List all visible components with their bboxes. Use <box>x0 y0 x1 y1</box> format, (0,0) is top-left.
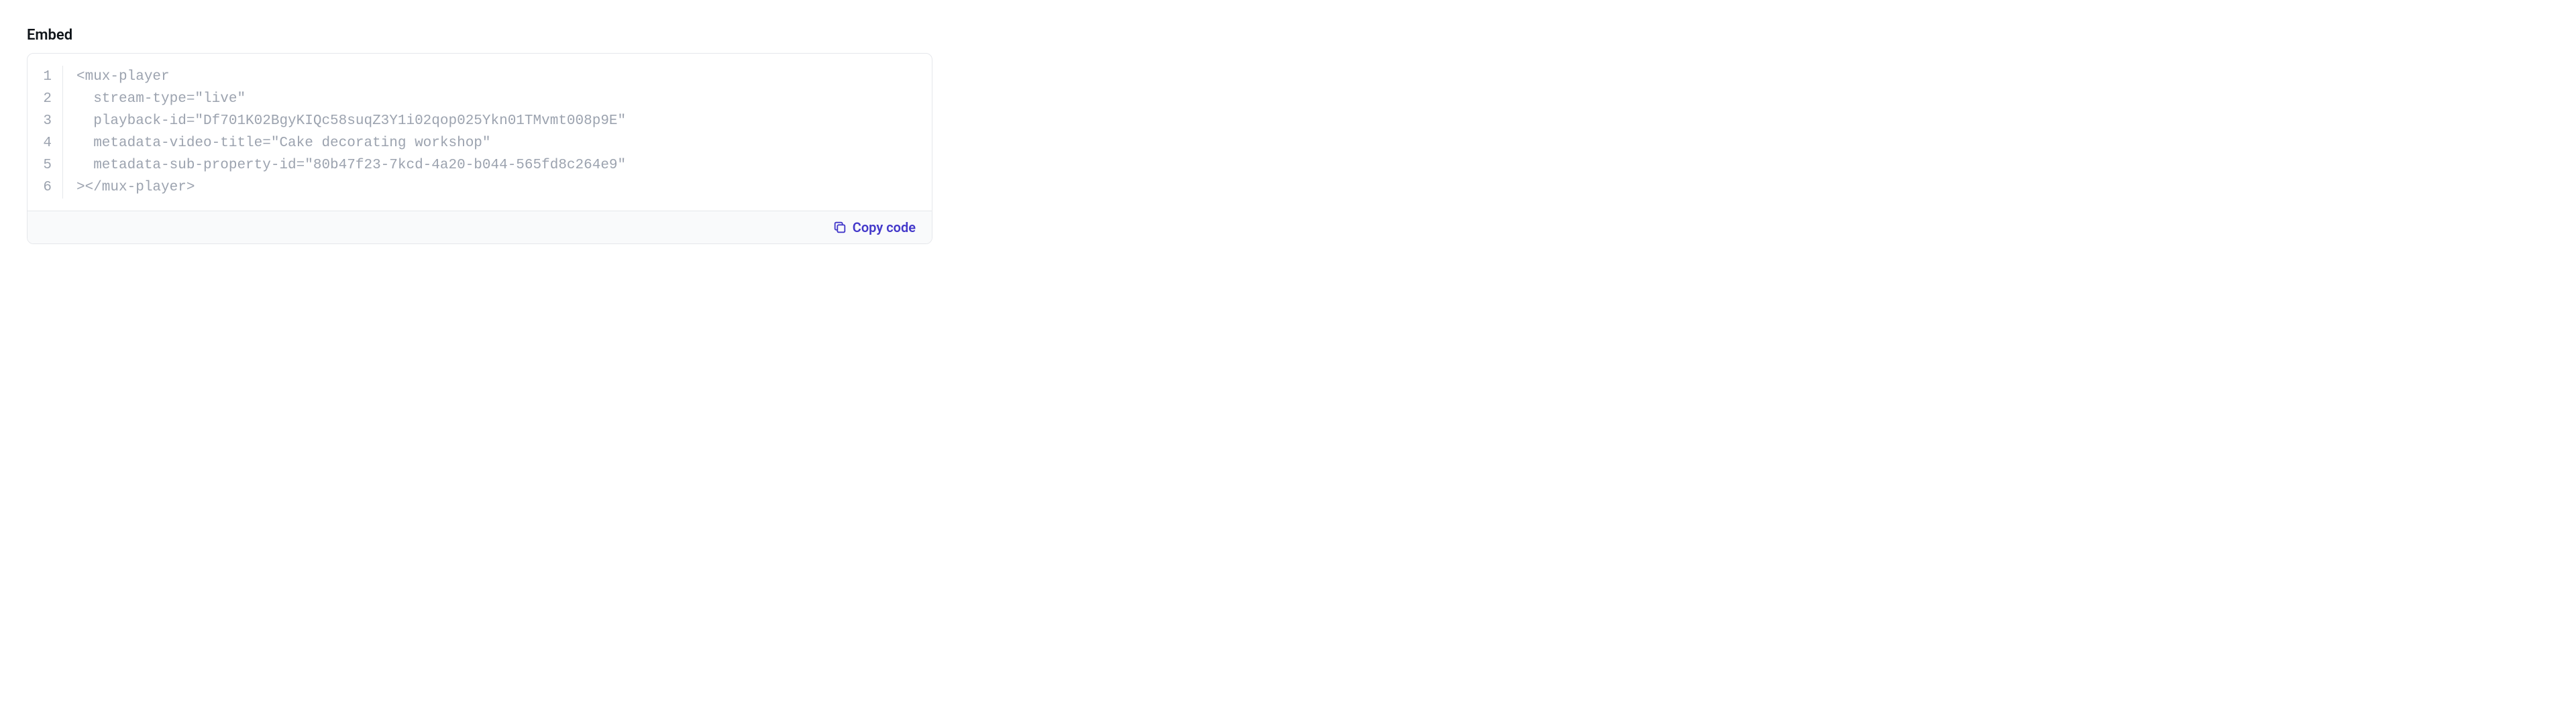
code-line: stream-type="live" <box>76 88 932 110</box>
line-number: 4 <box>38 132 52 154</box>
code-line: ></mux-player> <box>76 176 932 199</box>
code-area: 1 2 3 4 5 6 <mux-player stream-type="liv… <box>28 54 932 211</box>
code-line: playback-id="Df701K02BgyKIQc58suqZ3Y1i02… <box>76 110 932 132</box>
line-number: 2 <box>38 88 52 110</box>
code-line: <mux-player <box>76 66 932 88</box>
copy-code-button[interactable]: Copy code <box>833 219 916 235</box>
section-title: Embed <box>27 27 932 44</box>
code-line: metadata-sub-property-id="80b47f23-7kcd-… <box>76 154 932 176</box>
code-line: metadata-video-title="Cake decorating wo… <box>76 132 932 154</box>
code-footer: Copy code <box>28 211 932 243</box>
line-number: 3 <box>38 110 52 132</box>
code-content[interactable]: <mux-player stream-type="live" playback-… <box>63 66 932 199</box>
line-number-gutter: 1 2 3 4 5 6 <box>28 66 63 199</box>
line-number: 1 <box>38 66 52 88</box>
code-block: 1 2 3 4 5 6 <mux-player stream-type="liv… <box>27 53 932 244</box>
copy-code-label: Copy code <box>853 219 916 235</box>
line-number: 5 <box>38 154 52 176</box>
line-number: 6 <box>38 176 52 199</box>
copy-icon <box>833 220 847 235</box>
